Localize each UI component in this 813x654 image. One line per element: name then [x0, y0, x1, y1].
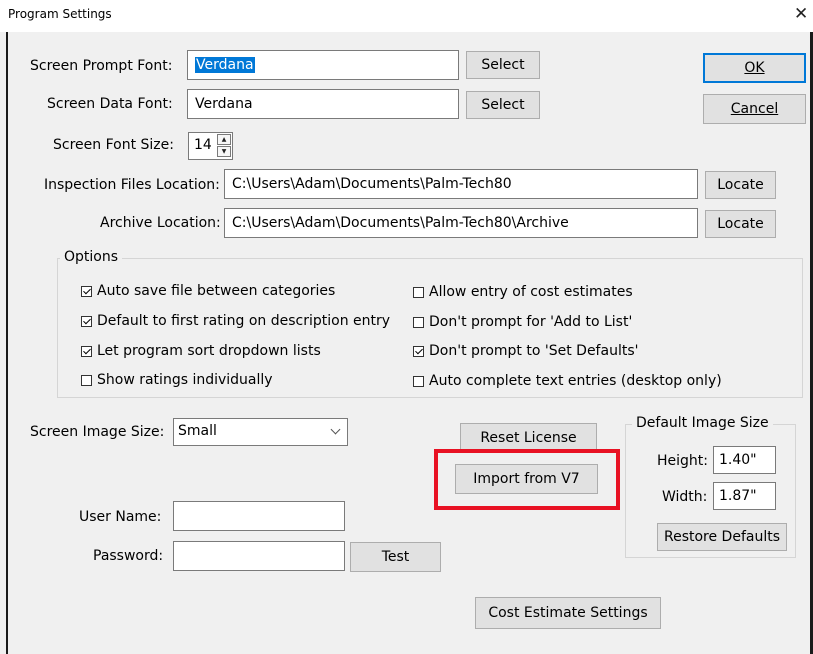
checkbox-checked-icon: [413, 345, 424, 357]
highlight-annotation-box: [434, 449, 620, 510]
locate-archive-button[interactable]: Locate: [705, 210, 776, 238]
option-auto-complete-checkbox[interactable]: Auto complete text entries (desktop only…: [413, 373, 722, 389]
screen-prompt-font-label: Screen Prompt Font:: [30, 58, 173, 74]
inspection-files-location-label: Inspection Files Location:: [44, 177, 220, 193]
archive-location-value: C:\Users\Adam\Documents\Palm-Tech80\Arch…: [232, 215, 569, 231]
inspection-files-location-value: C:\Users\Adam\Documents\Palm-Tech80: [232, 176, 512, 192]
checkbox-unchecked-icon: [413, 375, 424, 387]
option-label: Show ratings individually: [97, 372, 273, 388]
screen-prompt-font-field[interactable]: Verdana: [187, 50, 459, 80]
checkbox-checked-icon: [81, 315, 92, 327]
screen-font-size-stepper[interactable]: 14 ▲ ▼: [188, 132, 233, 160]
option-label: Allow entry of cost estimates: [429, 284, 633, 300]
option-default-first-rating-checkbox[interactable]: Default to first rating on description e…: [81, 313, 390, 329]
screen-font-size-label: Screen Font Size:: [53, 137, 174, 153]
height-label: Height:: [657, 453, 708, 469]
ok-button[interactable]: OK: [703, 53, 806, 83]
ok-button-label: OK: [744, 60, 765, 76]
password-label: Password:: [93, 548, 164, 564]
program-settings-window: Program Settings ✕ Screen Prompt Font: V…: [0, 0, 813, 654]
user-name-input[interactable]: [173, 501, 345, 531]
screen-font-size-value: 14: [194, 137, 212, 153]
option-label: Auto complete text entries (desktop only…: [429, 373, 722, 389]
select-data-font-button[interactable]: Select: [466, 91, 540, 119]
height-field[interactable]: 1.40": [713, 446, 776, 474]
option-cost-estimates-checkbox[interactable]: Allow entry of cost estimates: [413, 284, 633, 300]
cancel-button-label: Cancel: [730, 101, 779, 117]
option-add-to-list-checkbox[interactable]: Don't prompt for 'Add to List': [413, 314, 632, 330]
inspection-files-location-field[interactable]: C:\Users\Adam\Documents\Palm-Tech80: [224, 169, 698, 199]
checkbox-unchecked-icon: [81, 374, 92, 386]
locate-inspection-button[interactable]: Locate: [705, 171, 776, 199]
screen-image-size-dropdown[interactable]: Small: [173, 418, 348, 446]
option-set-defaults-checkbox[interactable]: Don't prompt to 'Set Defaults': [413, 343, 638, 359]
checkbox-checked-icon: [81, 285, 92, 297]
user-name-label: User Name:: [79, 509, 162, 525]
select-prompt-font-button[interactable]: Select: [466, 51, 540, 79]
checkbox-checked-icon: [81, 345, 92, 357]
option-label: Don't prompt to 'Set Defaults': [429, 343, 639, 359]
archive-location-field[interactable]: C:\Users\Adam\Documents\Palm-Tech80\Arch…: [224, 208, 698, 238]
option-label: Auto save file between categories: [97, 283, 336, 299]
cost-estimate-settings-button[interactable]: Cost Estimate Settings: [475, 597, 661, 629]
spin-up-icon[interactable]: ▲: [217, 134, 231, 145]
screen-data-font-label: Screen Data Font:: [47, 96, 173, 112]
width-value: 1.87": [719, 488, 757, 504]
option-sort-dropdown-checkbox[interactable]: Let program sort dropdown lists: [81, 343, 321, 359]
screen-image-size-value: Small: [178, 423, 217, 439]
screen-data-font-value: Verdana: [195, 96, 253, 112]
default-image-size-title: Default Image Size: [632, 415, 773, 431]
screen-image-size-label: Screen Image Size:: [30, 424, 165, 440]
width-label: Width:: [662, 489, 708, 505]
chevron-down-icon: [330, 424, 341, 435]
spin-down-icon[interactable]: ▼: [217, 146, 231, 157]
cancel-button[interactable]: Cancel: [703, 94, 806, 124]
option-label: Default to first rating on description e…: [97, 313, 391, 329]
close-icon[interactable]: ✕: [794, 4, 808, 24]
screen-data-font-field[interactable]: Verdana: [187, 89, 459, 119]
restore-defaults-button[interactable]: Restore Defaults: [657, 523, 787, 551]
checkbox-unchecked-icon: [413, 286, 424, 298]
password-input[interactable]: [173, 541, 345, 571]
option-auto-save-checkbox[interactable]: Auto save file between categories: [81, 283, 335, 299]
checkbox-unchecked-icon: [413, 316, 424, 328]
option-show-ratings-checkbox[interactable]: Show ratings individually: [81, 372, 273, 388]
screen-prompt-font-value: Verdana: [195, 57, 255, 73]
width-field[interactable]: 1.87": [713, 482, 776, 510]
archive-location-label: Archive Location:: [100, 215, 221, 231]
option-label: Let program sort dropdown lists: [97, 343, 321, 359]
window-frame-left: [6, 32, 8, 654]
options-group-title: Options: [60, 249, 123, 265]
title-bar: Program Settings ✕: [0, 0, 813, 32]
window-title: Program Settings: [8, 7, 112, 21]
option-label: Don't prompt for 'Add to List': [429, 314, 633, 330]
test-button[interactable]: Test: [350, 542, 441, 572]
height-value: 1.40": [719, 452, 757, 468]
